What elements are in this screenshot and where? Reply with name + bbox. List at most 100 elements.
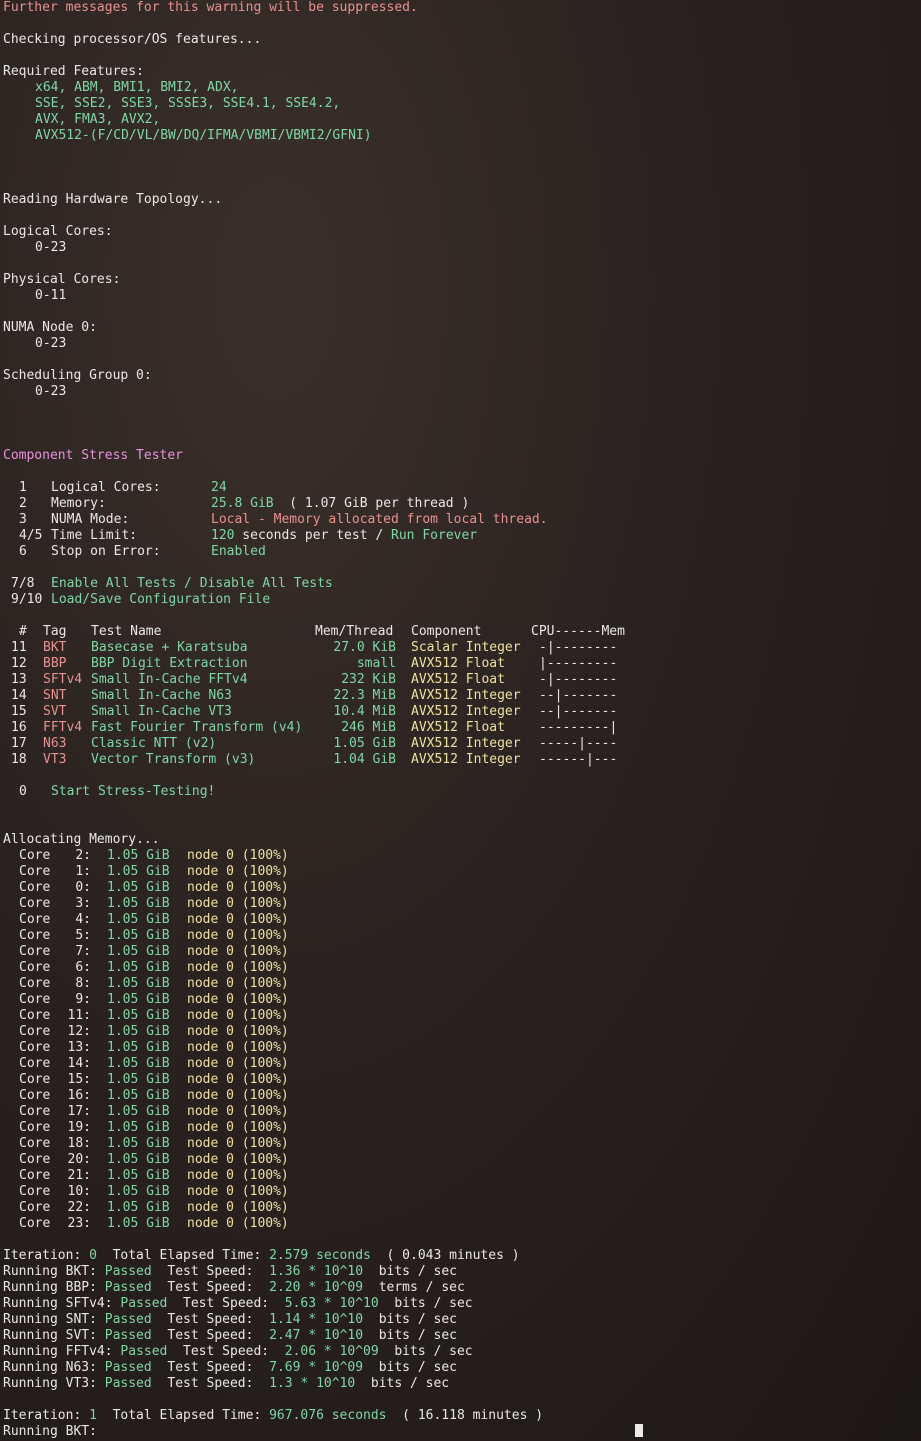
iteration-header: Iteration: 0 Total Elapsed Time: 2.579 s… — [3, 1248, 921, 1264]
setting-row[interactable]: 1 Logical Cores: 24 — [3, 480, 921, 496]
test-name: Vector Transform (v3) — [91, 752, 256, 767]
core-id: 11: — [67, 1008, 91, 1023]
topology-label: Logical Cores: — [3, 224, 113, 239]
test-name: Small In-Cache VT3 — [91, 704, 232, 719]
setting-num: 1 — [19, 480, 27, 495]
allocation-row: Core 3: 1.05 GiB node 0 (100%) — [3, 896, 921, 912]
test-component: AVX512 Integer — [411, 752, 521, 767]
core-label: Core — [19, 992, 51, 1007]
topology-value: 0-23 — [35, 336, 67, 351]
core-label: Core — [19, 1040, 51, 1055]
allocation-row: Core 11: 1.05 GiB node 0 (100%) — [3, 1008, 921, 1024]
start-option[interactable]: 0 Start Stress-Testing! — [3, 784, 921, 800]
test-row[interactable]: 14 SNT Small In-Cache N63 22.3 MiB AVX512 In… — [3, 688, 921, 704]
run-unit: bits / sec — [378, 1296, 473, 1311]
core-amount: 1.05 GiB — [107, 1120, 170, 1135]
test-mem: 246 MiB — [341, 720, 396, 735]
test-name: BBP Digit Extraction — [91, 656, 248, 671]
setting-row[interactable]: 3 NUMA Mode: Local - Memory allocated fr… — [3, 512, 921, 528]
test-row[interactable]: 11 BKT Basecase + Karatsuba 27.0 KiB Scalar … — [3, 640, 921, 656]
setting-value: Local - Memory allocated from local thre… — [211, 512, 548, 527]
test-row[interactable]: 17 N63 Classic NTT (v2) 1.05 GiB AVX512 Inte… — [3, 736, 921, 752]
core-label: Core — [19, 1120, 51, 1135]
core-node: node 0 (100%) — [187, 896, 289, 911]
run-tag: Running BBP: — [3, 1280, 105, 1295]
test-bar: ------|--- — [539, 752, 618, 767]
option-enable-disable[interactable]: 7/8 Enable All Tests / Disable All Tests — [3, 576, 921, 592]
terminal-window[interactable]: Further messages for this warning will b… — [0, 0, 921, 1441]
setting-value: Enabled — [211, 544, 266, 559]
core-id: 0: — [75, 880, 91, 895]
test-row[interactable]: 12 BBP BBP Digit Extraction small AVX512 Flo… — [3, 656, 921, 672]
run-status: Passed — [104, 1328, 152, 1343]
run-speed: 1.14 * 10^10 — [269, 1312, 364, 1327]
allocation-row: Core 4: 1.05 GiB node 0 (100%) — [3, 912, 921, 928]
col-mem: Mem/Thread — [315, 624, 394, 639]
elapsed-label: Total Elapsed Time: — [96, 1408, 270, 1423]
run-tag: Running SFTv4: — [3, 1296, 121, 1311]
test-tag: VT3 — [43, 752, 67, 767]
test-table: 11 BKT Basecase + Karatsuba 27.0 KiB Scalar … — [3, 640, 921, 768]
setting-row[interactable]: 6 Stop on Error: Enabled — [3, 544, 921, 560]
test-row[interactable]: 18 VT3 Vector Transform (v3) 1.04 GiB AVX512… — [3, 752, 921, 768]
test-bar: ---------| — [539, 720, 618, 735]
run-tag: Running N63: — [3, 1360, 105, 1375]
core-id: 16: — [67, 1088, 91, 1103]
run-status: Passed — [104, 1376, 152, 1391]
run-tag: Running BKT: — [3, 1264, 105, 1279]
core-amount: 1.05 GiB — [107, 896, 170, 911]
run-unit: terms / sec — [363, 1280, 465, 1295]
setting-num: 6 — [19, 544, 27, 559]
elapsed-minutes: ( 0.043 minutes ) — [370, 1248, 520, 1263]
run-status: Passed — [120, 1344, 168, 1359]
setting-row[interactable]: 4/5 Time Limit: 120 seconds per test / R… — [3, 528, 921, 544]
setting-label: Time Limit: — [51, 528, 138, 543]
test-bar: --|------- — [539, 688, 618, 703]
core-label: Core — [19, 1184, 51, 1199]
col-bar: CPU------Mem — [531, 624, 625, 639]
core-node: node 0 (100%) — [187, 960, 289, 975]
run-speed-label: Test Speed: — [167, 1296, 285, 1311]
core-node: node 0 (100%) — [187, 1200, 289, 1215]
reading-topology: Reading Hardware Topology... — [3, 192, 223, 207]
allocation-row: Core 10: 1.05 GiB node 0 (100%) — [3, 1184, 921, 1200]
allocation-row: Core 17: 1.05 GiB node 0 (100%) — [3, 1104, 921, 1120]
test-mem: small — [356, 656, 396, 671]
setting-row[interactable]: 2 Memory: 25.8 GiB ( 1.07 GiB per thread… — [3, 496, 921, 512]
test-row[interactable]: 15 SVT Small In-Cache VT3 10.4 MiB AVX512 In… — [3, 704, 921, 720]
core-node: node 0 (100%) — [187, 1216, 289, 1231]
iteration-num: 0 — [89, 1248, 97, 1263]
iteration-header: Iteration: 1 Total Elapsed Time: 967.076… — [3, 1408, 921, 1424]
col-name: Test Name — [91, 624, 162, 639]
core-label: Core — [19, 1168, 51, 1183]
allocation-row: Core 5: 1.05 GiB node 0 (100%) — [3, 928, 921, 944]
test-row[interactable]: 16 FFTv4 Fast Fourier Transform (v4) 246 Mi… — [3, 720, 921, 736]
core-id: 19: — [67, 1120, 91, 1135]
core-amount: 1.05 GiB — [107, 848, 170, 863]
allocation-row: Core 7: 1.05 GiB node 0 (100%) — [3, 944, 921, 960]
feature-line: AVX, FMA3, AVX2, — [35, 112, 161, 127]
test-mem: 1.05 GiB — [333, 736, 396, 751]
core-amount: 1.05 GiB — [107, 1136, 170, 1151]
option-load-save[interactable]: 9/10 Load/Save Configuration File — [3, 592, 921, 608]
core-amount: 1.05 GiB — [107, 976, 170, 991]
run-unit: bits / sec — [363, 1328, 457, 1343]
setting-suffix: seconds per test / — [234, 528, 392, 543]
run-speed-label: Test Speed: — [151, 1280, 270, 1295]
core-amount: 1.05 GiB — [107, 1104, 170, 1119]
test-name: Small In-Cache N63 — [91, 688, 232, 703]
test-row[interactable]: 13 SFTv4 Small In-Cache FFTv4 232 KiB AVX512… — [3, 672, 921, 688]
core-label: Core — [19, 1216, 51, 1231]
test-tag: SNT — [43, 688, 67, 703]
core-node: node 0 (100%) — [187, 1008, 289, 1023]
core-amount: 1.05 GiB — [107, 1024, 170, 1039]
feature-line: AVX512-(F/CD/VL/BW/DQ/IFMA/VBMI/VBMI2/GF… — [35, 128, 372, 143]
test-mem: 22.3 MiB — [333, 688, 396, 703]
run-speed-label: Test Speed: — [151, 1360, 270, 1375]
elapsed-label: Total Elapsed Time: — [96, 1248, 270, 1263]
run-row: Running BKT: Passed Test Speed: 1.36 * 1… — [3, 1264, 921, 1280]
test-tag: SFTv4 — [43, 672, 83, 687]
core-id: 18: — [67, 1136, 91, 1151]
run-speed: 5.63 * 10^10 — [284, 1296, 379, 1311]
